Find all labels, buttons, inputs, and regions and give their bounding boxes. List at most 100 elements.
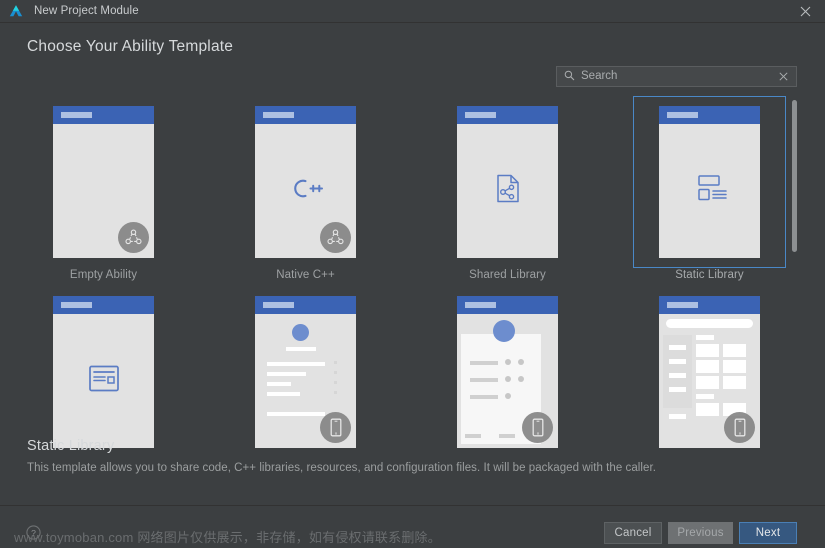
template-tile-row2-2[interactable] — [229, 286, 382, 458]
template-tile-empty-ability[interactable]: Empty Ability — [27, 96, 180, 281]
tile-preview — [659, 296, 760, 448]
search-input[interactable] — [581, 68, 777, 85]
mock-line — [267, 412, 325, 416]
preview-header — [457, 106, 558, 124]
mock-line — [669, 359, 686, 364]
mock-card — [723, 360, 746, 373]
tile-preview — [53, 106, 154, 258]
mock-chevron — [334, 381, 337, 384]
tile-frame — [27, 96, 180, 268]
mock-line — [267, 372, 306, 376]
avatar — [493, 320, 515, 342]
preview-header-pill — [465, 302, 496, 308]
preview-header — [53, 106, 154, 124]
shared-library-icon — [494, 174, 522, 209]
template-tile-static-library[interactable]: Static Library — [633, 96, 786, 281]
search-icon — [564, 68, 575, 86]
mock-dot — [518, 376, 524, 382]
tile-label: Empty Ability — [69, 269, 138, 281]
module-graph-badge-icon — [118, 222, 149, 253]
cpp-icon — [289, 178, 323, 205]
grid-scrollbar[interactable] — [791, 98, 798, 431]
mock-dot — [505, 376, 511, 382]
mock-card — [723, 344, 746, 357]
tile-label: Native C++ — [276, 269, 335, 281]
tile-frame-selected — [633, 96, 786, 268]
preview-header-pill — [61, 302, 92, 308]
dialog-footer: ? Cancel Previous Next — [0, 505, 825, 548]
template-tile-row2-4[interactable] — [633, 286, 786, 458]
window-title: New Project Module — [34, 5, 139, 17]
template-description: Static Library This template allows you … — [27, 438, 797, 474]
tile-preview — [255, 296, 356, 448]
tile-preview — [659, 106, 760, 258]
previous-button[interactable]: Previous — [668, 522, 733, 544]
mock-dot — [505, 359, 511, 365]
template-tile-row2-1[interactable] — [27, 286, 180, 458]
mock-dot — [518, 359, 524, 365]
mock-line — [696, 394, 714, 399]
tile-label: Static Library — [675, 269, 744, 281]
preview-header — [659, 296, 760, 314]
tile-preview — [53, 296, 154, 448]
tile-frame — [229, 286, 382, 458]
tile-label: Shared Library — [469, 269, 546, 281]
grid-scrollbar-thumb[interactable] — [792, 100, 797, 252]
preview-header — [255, 296, 356, 314]
avatar — [292, 324, 309, 341]
mock-line — [669, 387, 686, 392]
tile-frame — [27, 286, 180, 458]
mock-searchbar — [666, 319, 753, 328]
mock-line — [669, 373, 686, 378]
mock-dot — [505, 393, 511, 399]
tile-preview — [457, 296, 558, 448]
mock-line — [470, 361, 498, 365]
clear-icon[interactable] — [777, 70, 790, 83]
tile-frame — [229, 96, 382, 268]
preview-header-pill — [667, 302, 698, 308]
mock-chevron — [334, 371, 337, 374]
title-bar: New Project Module — [0, 0, 825, 23]
preview-header — [53, 296, 154, 314]
description-text: This template allows you to share code, … — [27, 462, 656, 474]
template-tile-native-cpp[interactable]: Native C++ — [229, 96, 382, 281]
help-icon[interactable]: ? — [26, 525, 41, 540]
mock-line — [267, 382, 291, 386]
mock-line — [696, 335, 714, 340]
preview-header — [659, 106, 760, 124]
template-tile-shared-library[interactable]: Shared Library — [431, 96, 584, 281]
mock-card — [696, 344, 719, 357]
preview-body — [53, 314, 154, 448]
module-graph-badge-icon — [320, 222, 351, 253]
tile-frame — [431, 286, 584, 458]
mock-line — [470, 395, 498, 399]
preview-header-pill — [263, 112, 294, 118]
mock-card — [696, 403, 719, 416]
static-library-icon — [692, 174, 728, 209]
preview-body — [659, 124, 760, 258]
tile-frame — [633, 286, 786, 458]
mock-card — [696, 360, 719, 373]
mock-line — [669, 345, 686, 350]
new-project-module-dialog: New Project Module Choose Your Ability T… — [0, 0, 825, 548]
template-grid-scroll: Empty Ability Native C++ Shared Library … — [27, 96, 787, 448]
cancel-button[interactable]: Cancel — [604, 522, 662, 544]
preview-header-pill — [465, 112, 496, 118]
mock-line — [267, 362, 325, 366]
search-box[interactable] — [556, 66, 797, 87]
mock-card — [696, 376, 719, 389]
mock-line — [267, 392, 300, 396]
close-icon[interactable] — [785, 0, 825, 23]
mock-line — [286, 347, 316, 351]
page-title: Choose Your Ability Template — [27, 38, 234, 55]
template-tile-row2-3[interactable] — [431, 286, 584, 458]
description-title: Static Library — [27, 438, 115, 454]
preview-header — [255, 106, 356, 124]
preview-header-pill — [263, 302, 294, 308]
svg-text:?: ? — [31, 528, 36, 538]
card-layout-icon — [88, 365, 119, 397]
tile-preview — [255, 106, 356, 258]
deveco-logo-icon — [8, 3, 24, 19]
next-button[interactable]: Next — [739, 522, 797, 544]
preview-body — [457, 124, 558, 258]
